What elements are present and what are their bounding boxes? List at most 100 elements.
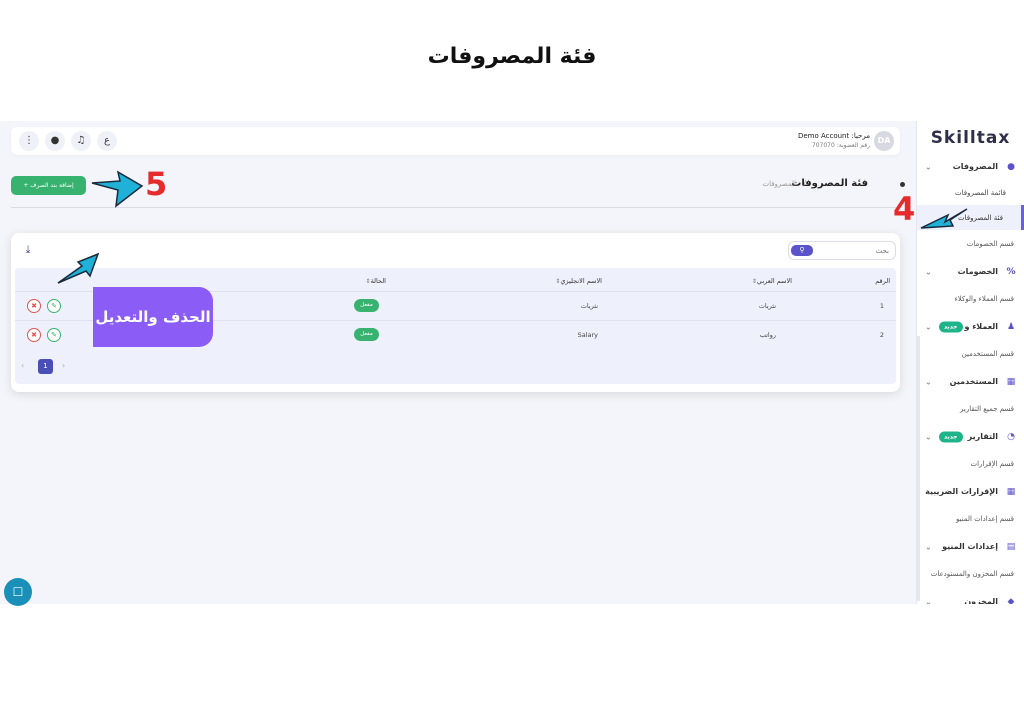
sidebar-item-label: قسم المستخدمين — [961, 350, 1014, 358]
sidebar-item[interactable]: ◔ التقارير جديد ⌄ — [917, 423, 1024, 450]
search-button[interactable]: ⚲ — [791, 245, 813, 256]
cell-arabic-name: نثريات — [758, 302, 776, 310]
sidebar-item[interactable]: فئة المصروفات — [917, 205, 1024, 230]
sidebar-item: قسم الإقرارات — [917, 450, 1024, 478]
sidebar-item-label: إعدادات المنيو — [942, 542, 998, 551]
header-arabic-name[interactable]: الاسم العربي⇕ — [749, 277, 792, 285]
chat-button[interactable]: ☐ — [4, 578, 32, 606]
sidebar-item: قسم جميع التقارير — [917, 395, 1024, 423]
pagination-page[interactable]: 1 — [38, 359, 53, 374]
chevron-down-icon[interactable]: ⌄ — [925, 162, 932, 171]
sidebar-item[interactable]: ◆ المخزون ⌄ — [917, 588, 1024, 605]
chevron-down-icon[interactable]: ⌄ — [925, 597, 932, 604]
sidebar-item[interactable]: ♟ العملاء و الـ جديد ⌄ — [917, 313, 1024, 340]
pencil-icon: ✎ — [51, 302, 57, 310]
cell-number: 2 — [879, 331, 884, 339]
sidebar-item-label: قائمة المصروفات — [955, 188, 1006, 197]
chevron-down-icon[interactable]: ⌄ — [925, 377, 932, 386]
header-status[interactable]: الحالة⇕ — [363, 277, 386, 285]
sidebar: Skilltax ● المصروفات ⌄ قائمة المصروفات فئة ا… — [916, 121, 1024, 604]
pagination-next[interactable]: › — [62, 361, 65, 370]
delete-button[interactable]: ✖ — [27, 299, 41, 313]
sidebar-item[interactable]: ▤ إعدادات المنيو ⌄ — [917, 533, 1024, 560]
new-badge: جديد — [939, 321, 963, 332]
search-box: ⚲ — [788, 241, 896, 260]
topbar: ⋮ ● ♫ ع DA Demo Account :مرحبا رقم العضو… — [11, 127, 900, 155]
user-name: Demo Account :مرحبا — [797, 132, 870, 140]
document-icon: ▤ — [1006, 541, 1016, 552]
chat-icon: ☐ — [12, 585, 24, 599]
trash-icon: ✖ — [31, 331, 37, 339]
add-expense-item-button[interactable]: + إضافة بند الصرف — [11, 176, 86, 195]
sidebar-list: ● المصروفات ⌄ قائمة المصروفات فئة المصروفات ق… — [917, 153, 1024, 604]
sidebar-item: قسم إعدادات المنيو — [917, 505, 1024, 533]
sidebar-item[interactable]: ▦ المستخدمين ⌄ — [917, 368, 1024, 395]
sidebar-item[interactable]: قائمة المصروفات — [917, 180, 1024, 205]
cell-english-name: Salary — [577, 331, 598, 339]
trash-icon: ✖ — [31, 302, 37, 310]
sidebar-item: قسم العملاء والوكلاء — [917, 285, 1024, 313]
language-icon[interactable]: ع — [97, 131, 117, 151]
pencil-icon: ✎ — [51, 331, 57, 339]
sidebar-item-label: الإقرارات الضريبية — [925, 487, 998, 496]
delete-edit-callout: الحذف والتعديل — [93, 287, 213, 347]
search-icon: ⚲ — [799, 246, 805, 254]
avatar[interactable]: DA — [874, 131, 894, 151]
chevron-down-icon[interactable]: ⌄ — [925, 487, 932, 496]
cell-number: 1 — [879, 302, 884, 310]
search-input[interactable] — [813, 244, 889, 257]
user-icon: ● — [1007, 161, 1015, 172]
cell-english-name: نثريات — [580, 302, 598, 310]
step-number-4: 4 — [893, 190, 916, 228]
chevron-down-icon[interactable]: ⌄ — [925, 267, 932, 276]
edit-button[interactable]: ✎ — [47, 299, 61, 313]
more-icon[interactable]: ⋮ — [19, 131, 39, 151]
sidebar-item-label: قسم المخزون والمستودعات — [930, 570, 1014, 578]
cell-arabic-name: رواتب — [759, 331, 776, 339]
download-icon[interactable]: ⤓ — [21, 243, 35, 257]
percent-icon: % — [1006, 266, 1016, 277]
new-badge: جديد — [939, 431, 963, 442]
sidebar-item: قسم المستخدمين — [917, 340, 1024, 368]
breadcrumb-separator: / — [803, 179, 806, 188]
sidebar-item[interactable]: ▦ الإقرارات الضريبية ⌄ — [917, 478, 1024, 505]
sidebar-item[interactable]: % الخصومات ⌄ — [917, 258, 1024, 285]
divider — [11, 207, 900, 208]
header-english-name[interactable]: الاسم الانجليزي⇕ — [552, 277, 602, 285]
bell-icon[interactable]: ♫ — [71, 131, 91, 151]
sidebar-item: قسم المخزون والمستودعات — [917, 560, 1024, 588]
sidebar-item-label: قسم الإقرارات — [970, 460, 1014, 468]
breadcrumb-parent[interactable]: المصروفات — [762, 180, 796, 188]
box-icon: ◆ — [1007, 596, 1015, 605]
sidebar-item-label: التقارير — [967, 432, 998, 441]
chevron-down-icon[interactable]: ⌄ — [925, 322, 932, 331]
sidebar-item-label: قسم إعدادات المنيو — [955, 515, 1014, 523]
pie-icon: ◔ — [1007, 431, 1015, 442]
header-number[interactable]: الرقم — [875, 277, 890, 285]
page-title: فئة المصروفات — [427, 44, 597, 69]
sidebar-item-label: المصروفات — [952, 162, 998, 171]
pagination-prev[interactable]: ‹ — [21, 361, 24, 370]
breadcrumb-dot — [900, 182, 905, 187]
chevron-down-icon[interactable]: ⌄ — [925, 432, 932, 441]
users-icon: ♟ — [1006, 321, 1016, 332]
grid-icon: ▦ — [1006, 486, 1016, 497]
settings-icon[interactable]: ● — [45, 131, 65, 151]
user-membership: رقم العضوية: 707070 — [811, 142, 870, 149]
edit-button[interactable]: ✎ — [47, 328, 61, 342]
sidebar-item-label: قسم الخصومات — [966, 240, 1014, 248]
sidebar-item-label: قسم العملاء والوكلاء — [954, 295, 1014, 303]
status-badge: مفعل — [354, 299, 379, 312]
delete-button[interactable]: ✖ — [27, 328, 41, 342]
chevron-down-icon[interactable]: ⌄ — [925, 542, 932, 551]
grid-icon: ▦ — [1006, 376, 1016, 387]
sidebar-item-label: قسم جميع التقارير — [960, 405, 1014, 413]
sidebar-item-label: المستخدمين — [949, 377, 998, 386]
status-badge: مفعل — [354, 328, 379, 341]
step-number-5: 5 — [145, 165, 168, 203]
sidebar-item-label: الخصومات — [957, 267, 998, 276]
sidebar-item[interactable]: ● المصروفات ⌄ — [917, 153, 1024, 180]
sidebar-item: قسم الخصومات — [917, 230, 1024, 258]
sidebar-item-label: فئة المصروفات — [958, 213, 1003, 222]
sidebar-item-label: المخزون — [964, 597, 998, 604]
